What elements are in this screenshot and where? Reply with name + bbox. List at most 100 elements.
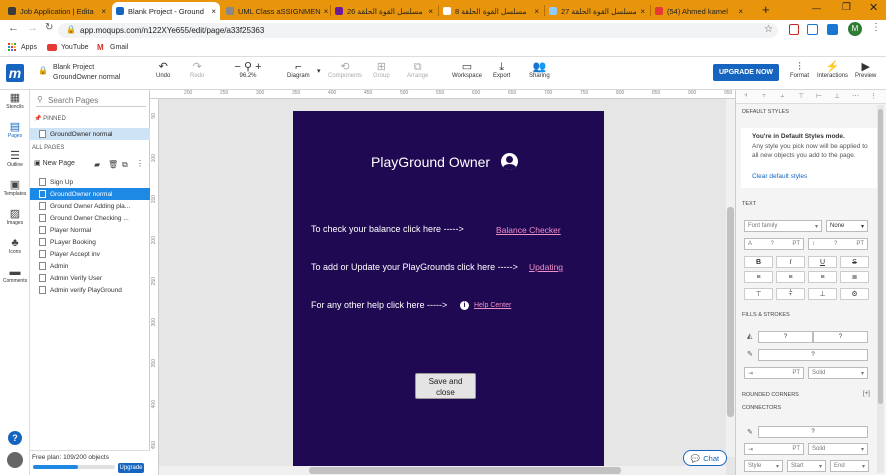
expand-section-icon[interactable]: [+] <box>863 391 870 397</box>
forward-arrow-icon[interactable]: → <box>27 22 38 34</box>
strikethrough-button[interactable]: S <box>840 256 869 268</box>
back-arrow-icon[interactable]: ← <box>8 22 19 34</box>
export-button[interactable]: ⤓ Export <box>493 61 510 79</box>
redo-button[interactable]: ↷ Redo <box>190 61 204 79</box>
browser-tab[interactable]: مسلسل القوة الحلقة 27 × <box>545 2 649 20</box>
browser-tab-active[interactable]: Blank Project - Ground × <box>112 2 220 20</box>
duplicate-icon[interactable]: ⧉ <box>122 160 128 170</box>
text-align-right-icon[interactable]: ≡ <box>808 271 837 283</box>
more-options-icon[interactable]: ⋮ <box>136 159 144 168</box>
page-item[interactable]: Admin <box>30 260 150 272</box>
format-button[interactable]: ⫶ Format <box>790 61 809 79</box>
align-middle-icon[interactable]: ⊢ <box>816 92 822 100</box>
font-weight-select[interactable]: None ▾ <box>826 220 868 232</box>
italic-button[interactable]: I <box>776 256 805 268</box>
valign-middle-icon[interactable]: ⫩ <box>776 288 805 300</box>
fill-color-field[interactable]: ? <box>758 331 813 343</box>
moqups-logo[interactable]: m <box>6 64 24 82</box>
page-item[interactable]: Ground Owner Checking ... <box>30 212 150 224</box>
bookmark-youtube[interactable]: YouTube <box>61 44 89 51</box>
new-folder-icon[interactable]: ▰ <box>94 160 100 169</box>
trash-icon[interactable]: 🗑 <box>108 160 118 169</box>
stroke-style-select[interactable]: Solid ▾ <box>808 367 868 379</box>
close-tab-icon[interactable]: × <box>98 7 106 16</box>
undo-button[interactable]: ↶ Undo <box>156 61 170 79</box>
pinned-page-item[interactable]: GroundOwner normal <box>30 128 150 140</box>
connector-end-select[interactable]: End ▾ <box>830 460 869 472</box>
reload-icon[interactable]: ↻ <box>45 22 53 33</box>
valign-bottom-icon[interactable]: ⊥ <box>808 288 837 300</box>
page-item[interactable]: PLayer Booking <box>30 236 150 248</box>
browser-tab[interactable]: Job Application | Edita × <box>4 2 110 20</box>
align-bottom-icon[interactable]: ⊥ <box>834 92 840 100</box>
stroke-color-field[interactable]: ? <box>758 349 868 361</box>
url-bar[interactable]: 🔒 app.moqups.com/n122XYe655/edit/page/a3… <box>58 23 778 38</box>
sharing-button[interactable]: 👥 Sharing <box>529 61 550 79</box>
vertical-scroll-thumb[interactable] <box>727 207 734 417</box>
page-item-selected[interactable]: GroundOwner normal <box>30 188 150 200</box>
balance-checker-link[interactable]: Balance Checker <box>496 225 561 235</box>
extension-icon[interactable] <box>789 24 799 35</box>
extension-icon[interactable] <box>827 24 838 35</box>
connector-type-select[interactable]: Style ▾ <box>744 460 783 472</box>
updating-link[interactable]: Updating <box>529 262 563 272</box>
connector-start-select[interactable]: Start ▾ <box>787 460 826 472</box>
mockup-title[interactable]: PlayGround Owner <box>371 154 490 170</box>
horizontal-scrollbar[interactable] <box>159 466 726 475</box>
close-tab-icon[interactable]: × <box>637 7 645 16</box>
zoom-control[interactable]: − ⚲ +96.2% <box>231 61 265 79</box>
panel-scrollbar[interactable] <box>877 105 884 473</box>
align-top-icon[interactable]: ⊤ <box>798 92 804 100</box>
bookmark-star-icon[interactable]: ☆ <box>764 24 773 35</box>
browser-tab[interactable]: (54) Ahmed kamel × <box>651 2 747 20</box>
minimize-window-icon[interactable]: — <box>812 3 821 13</box>
browser-tab[interactable]: UML Class aSSIGNMEN × <box>222 2 328 20</box>
chevron-down-icon[interactable]: ▾ <box>317 67 321 75</box>
user-avatar[interactable] <box>7 452 23 468</box>
preview-button[interactable]: ▶ Preview <box>855 61 876 79</box>
apps-grid-icon[interactable] <box>8 43 17 52</box>
diagram-button[interactable]: ⌐ Diagram <box>287 61 310 79</box>
page-item[interactable]: Player Accept inv <box>30 248 150 260</box>
close-tab-icon[interactable]: × <box>531 7 539 16</box>
chat-button[interactable]: 💬 Chat <box>683 450 727 466</box>
project-title[interactable]: Blank Project <box>53 64 94 71</box>
close-window-icon[interactable]: ✕ <box>869 1 878 14</box>
panel-scroll-thumb[interactable] <box>878 109 883 404</box>
page-item[interactable]: Sign Up <box>30 176 150 188</box>
close-tab-icon[interactable]: × <box>321 7 328 16</box>
valign-top-icon[interactable]: ⊤ <box>744 288 773 300</box>
rail-templates[interactable]: ▣ Templates <box>0 179 30 197</box>
underline-button[interactable]: U <box>808 256 837 268</box>
close-tab-icon[interactable]: × <box>208 7 216 16</box>
browser-tab[interactable]: مسلسل القوة الحلقة 26 × <box>331 2 437 20</box>
distribute-v-icon[interactable]: ⋮ <box>870 92 877 100</box>
clear-default-styles-link[interactable]: Clear default styles <box>752 173 807 180</box>
connector-width-field[interactable]: ⇥ PT <box>744 443 804 455</box>
page-item[interactable]: Ground Owner Adding pla... <box>30 200 150 212</box>
upgrade-now-button[interactable]: UPGRADE NOW <box>713 64 779 81</box>
rail-pages[interactable]: ▤ Pages <box>0 121 30 139</box>
page-item[interactable]: Admin Verify User <box>30 272 150 284</box>
components-button[interactable]: ⟲ Components <box>328 61 362 79</box>
rail-outline[interactable]: ☰ Outline <box>0 150 30 168</box>
align-right-icon[interactable]: ⫠ <box>780 92 784 100</box>
browser-menu-icon[interactable]: ⋮ <box>871 22 881 33</box>
font-family-select[interactable]: Font family ▾ <box>744 220 822 232</box>
new-page-button[interactable]: ▣ New Page <box>34 159 75 167</box>
text-settings-gear-icon[interactable]: ⚙ <box>840 288 869 300</box>
connector-style-select[interactable]: Solid ▾ <box>808 443 868 455</box>
help-center-link[interactable]: Help Center <box>474 302 511 309</box>
connector-color-field[interactable]: ? <box>758 426 868 438</box>
vertical-scrollbar[interactable] <box>726 99 735 457</box>
rail-stencils[interactable]: ▦ Stencils <box>0 92 30 110</box>
bold-button[interactable]: B <box>744 256 773 268</box>
browser-tab[interactable]: مسلسل القوة الحلقة 8 × <box>439 2 543 20</box>
search-pages-box[interactable]: ⚲ <box>36 94 146 107</box>
close-tab-icon[interactable]: × <box>735 7 743 16</box>
rail-comments[interactable]: ▬ Comments <box>0 266 30 284</box>
rail-images[interactable]: ▨ Images <box>0 208 30 226</box>
font-size-field[interactable]: A? PT <box>744 238 804 250</box>
line-height-field[interactable]: ↕? PT <box>808 238 868 250</box>
save-and-close-button[interactable]: Save and close <box>415 373 476 399</box>
